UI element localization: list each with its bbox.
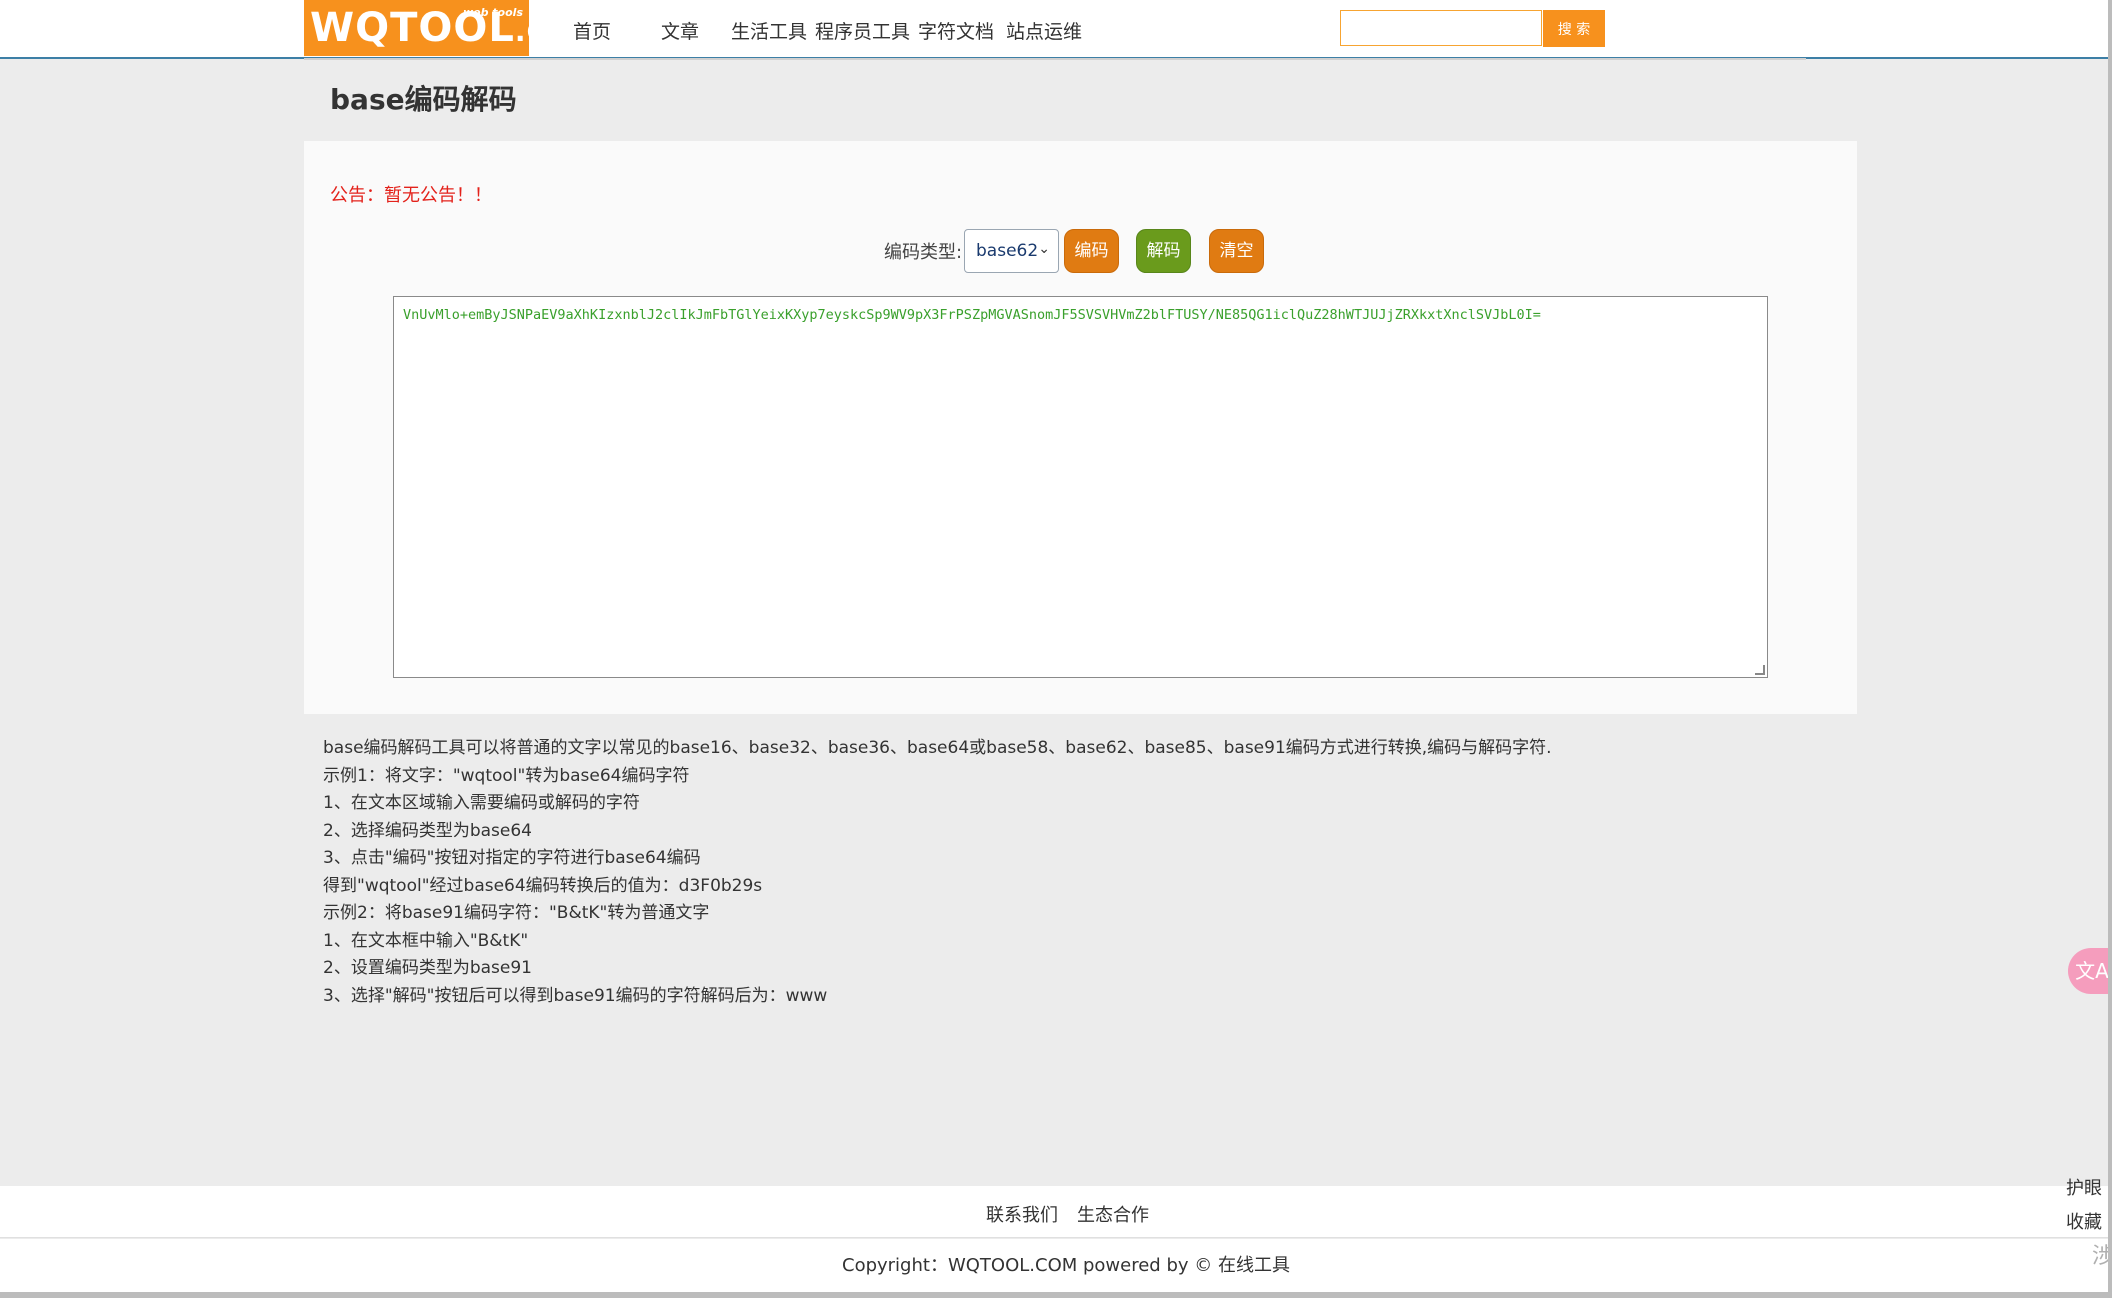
contact-us-link[interactable]: 联系我们 <box>986 1201 1058 1227</box>
textarea-content: VnUvMlo+emByJSNPaEV9aXhKIzxnblJ2clIkJmFb… <box>403 307 1541 323</box>
description-line: 2、选择编码类型为base64 <box>323 820 532 841</box>
eye-care-button[interactable]: 护眼 <box>2066 1174 2102 1200</box>
footer-links: 联系我们 生态合作 <box>0 1186 2112 1238</box>
search-button[interactable]: 搜 索 <box>1543 10 1605 47</box>
description-line: 3、选择"解码"按钮后可以得到base91编码的字符解码后为：www <box>323 985 828 1006</box>
cooperation-link[interactable]: 生态合作 <box>1077 1201 1149 1227</box>
bottom-scroll-bar <box>0 1292 2112 1298</box>
description-line: 2、设置编码类型为base91 <box>323 958 532 978</box>
description-line: 1、在文本框中输入"B&tK" <box>323 930 529 951</box>
decode-button[interactable]: 解码 <box>1136 229 1191 273</box>
nav-item-dev-tools[interactable]: 程序员工具 <box>815 17 910 44</box>
footer-copyright: Copyright：WQTOOL.COM powered by © 在线工具 <box>0 1239 2112 1292</box>
chevron-down-icon: ⌄ <box>1038 241 1050 257</box>
input-textarea[interactable]: VnUvMlo+emByJSNPaEV9aXhKIzxnblJ2clIkJmFb… <box>393 296 1768 678</box>
description-line: 示例1：将文字："wqtool"转为base64编码字符 <box>323 765 690 786</box>
site-header: WQTOOL.COM web tools 首页 文章 生活工具 程序员工具 字符… <box>0 0 2112 60</box>
clear-button[interactable]: 清空 <box>1209 229 1264 273</box>
favorite-button[interactable]: 收藏 <box>2066 1208 2102 1234</box>
logo-subtitle: web tools <box>462 6 523 19</box>
encoding-type-value: base62 <box>976 241 1039 261</box>
nav-item-articles[interactable]: 文章 <box>661 17 699 44</box>
page-title: base编码解码 <box>330 83 517 116</box>
description-line: 3、点击"编码"按钮对指定的字符进行base64编码 <box>323 848 701 868</box>
nav-item-site-ops[interactable]: 站点运维 <box>1006 17 1082 44</box>
scrollbar[interactable] <box>2108 0 2112 1298</box>
tool-panel: 公告：暂无公告！！ 编码类型: base62 ⌄ 编码 解码 清空 VnUvMl… <box>304 141 1857 714</box>
header-divider <box>304 58 1806 60</box>
resize-handle[interactable] <box>1755 665 1765 675</box>
nav-item-char-docs[interactable]: 字符文档 <box>918 17 994 44</box>
nav-item-home[interactable]: 首页 <box>573 17 611 44</box>
nav-item-life-tools[interactable]: 生活工具 <box>731 17 807 44</box>
description-line: 1、在文本区域输入需要编码或解码的字符 <box>323 793 640 813</box>
site-logo[interactable]: WQTOOL.COM web tools <box>304 0 601 56</box>
search-input[interactable] <box>1340 10 1542 46</box>
description-line: 示例2：将base91编码字符："B&tK"转为普通文字 <box>323 903 710 923</box>
copyright-text: Copyright：WQTOOL.COM powered by © 在线工具 <box>842 1255 1290 1276</box>
description-line: base编码解码工具可以将普通的文字以常见的base16、base32、base… <box>323 738 1552 758</box>
translate-icon[interactable]: 文A <box>2068 948 2112 994</box>
notice-text: 公告：暂无公告！！ <box>330 185 492 206</box>
encode-button[interactable]: 编码 <box>1064 229 1119 273</box>
encoding-type-label: 编码类型: <box>884 242 963 263</box>
encoding-type-select[interactable]: base62 ⌄ <box>964 229 1059 273</box>
tool-description: base编码解码工具可以将普通的文字以常见的base16、base32、base… <box>323 735 1552 1010</box>
description-line: 得到"wqtool"经过base64编码转换后的值为：d3F0b29s <box>323 875 763 896</box>
